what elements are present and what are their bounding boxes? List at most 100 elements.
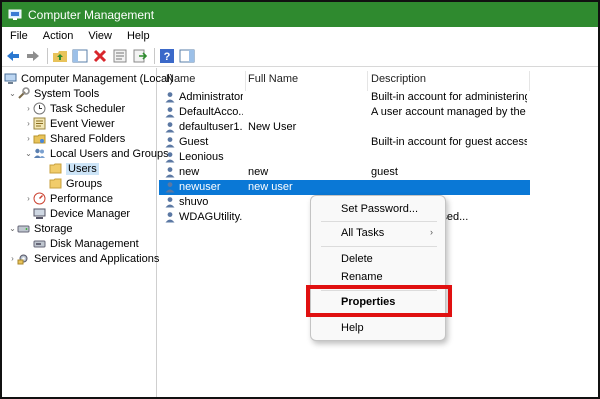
- export-icon[interactable]: [132, 48, 148, 64]
- column-divider[interactable]: [529, 71, 530, 91]
- cell-description: Built-in account for administering ...: [371, 91, 527, 103]
- user-row[interactable]: DefaultAcco... A user account managed by …: [159, 105, 530, 120]
- menu-action[interactable]: Action: [43, 30, 74, 42]
- performance-icon: [33, 192, 46, 205]
- computer-management-app-icon: [8, 9, 22, 21]
- tree-item-label: Services and Applications: [34, 252, 160, 265]
- user-row[interactable]: new new guest: [159, 165, 530, 180]
- up-folder-icon[interactable]: [52, 48, 68, 64]
- tree-item-label: Event Viewer: [50, 117, 115, 130]
- disk-icon: [33, 237, 46, 250]
- collapse-chevron-icon[interactable]: ⌄: [8, 224, 17, 233]
- cell-full-name: New User: [248, 121, 297, 133]
- menu-file[interactable]: File: [10, 30, 28, 42]
- properties-icon[interactable]: [112, 48, 128, 64]
- tree-item-label: Disk Management: [50, 237, 139, 250]
- tree-item-label: Task Scheduler: [50, 102, 126, 115]
- tree-item-label: Performance: [50, 192, 113, 205]
- expand-chevron-icon[interactable]: ›: [8, 254, 17, 263]
- cell-name: defaultuser1...: [179, 121, 243, 133]
- user-icon: [164, 121, 176, 133]
- menu-view[interactable]: View: [88, 30, 112, 42]
- event-viewer-icon: [33, 117, 46, 130]
- menu-bar: File Action View Help: [2, 27, 598, 45]
- user-icon: [164, 181, 176, 193]
- expand-chevron-icon[interactable]: ›: [24, 104, 33, 113]
- cell-description: A user account managed by the sy...: [371, 106, 527, 118]
- user-icon: [164, 151, 176, 163]
- user-row[interactable]: Administrator Built-in account for admini…: [159, 90, 530, 105]
- device-manager-icon: [33, 207, 46, 220]
- user-icon: [164, 91, 176, 103]
- user-icon: [164, 106, 176, 118]
- computer-icon: [4, 72, 17, 85]
- tree-item-performance[interactable]: › Performance: [24, 191, 113, 206]
- expand-chevron-icon[interactable]: ›: [24, 194, 33, 203]
- tree-item-task-scheduler[interactable]: › Task Scheduler: [24, 101, 125, 116]
- column-header-full-name[interactable]: Full Name: [248, 73, 298, 89]
- cell-full-name: new: [248, 166, 269, 178]
- console-tree: Computer Management (Local) ⌄ System Too…: [2, 68, 173, 397]
- menu-item-help[interactable]: Help: [341, 322, 364, 334]
- tree-item-services-applications[interactable]: › Services and Applications: [8, 251, 159, 266]
- user-icon: [164, 166, 176, 178]
- user-icon: [164, 196, 176, 208]
- tree-item-device-manager[interactable]: Device Manager: [33, 206, 130, 221]
- show-hide-tree-icon[interactable]: [72, 48, 88, 64]
- cell-description: Built-in account for guest access t...: [371, 136, 527, 148]
- back-icon[interactable]: [5, 48, 21, 64]
- clock-icon: [33, 102, 46, 115]
- forward-icon[interactable]: [25, 48, 41, 64]
- column-header-description[interactable]: Description: [371, 73, 426, 89]
- users-group-icon: [33, 147, 46, 160]
- delete-icon[interactable]: [92, 48, 108, 64]
- tree-item-label: Storage: [34, 222, 73, 235]
- collapse-chevron-icon[interactable]: ⌄: [24, 149, 33, 158]
- menu-item-set-password[interactable]: Set Password...: [341, 203, 418, 215]
- tree-item-groups[interactable]: Groups: [49, 176, 102, 191]
- context-menu: Set Password... All Tasks › Delete Renam…: [310, 195, 446, 341]
- menu-item-all-tasks[interactable]: All Tasks: [341, 227, 384, 239]
- toolbar-separator: [47, 47, 48, 64]
- toolbar-separator: [154, 47, 155, 64]
- cell-name: DefaultAcco...: [179, 106, 243, 118]
- tree-item-label: Device Manager: [50, 207, 131, 220]
- user-row[interactable]: defaultuser1... New User: [159, 120, 530, 135]
- shared-folder-icon: [33, 132, 46, 145]
- menu-item-rename[interactable]: Rename: [341, 271, 383, 283]
- column-divider[interactable]: [245, 71, 246, 91]
- column-header-name[interactable]: Name: [166, 73, 195, 89]
- user-row[interactable]: Guest Built-in account for guest access t…: [159, 135, 530, 150]
- tree-item-disk-management[interactable]: Disk Management: [33, 236, 139, 251]
- tools-icon: [17, 87, 30, 100]
- cell-name: shuvo: [179, 196, 209, 208]
- menu-item-delete[interactable]: Delete: [341, 253, 373, 265]
- folder-icon: [49, 177, 62, 190]
- cell-name: new: [179, 166, 200, 178]
- cell-name: Administrator: [179, 91, 243, 103]
- tree-item-system-tools[interactable]: ⌄ System Tools: [8, 86, 99, 101]
- svg-text:?: ?: [164, 51, 171, 63]
- cell-name: Leonious: [179, 151, 224, 163]
- tree-item-local-users-groups[interactable]: ⌄ Local Users and Groups: [24, 146, 168, 161]
- help-icon[interactable]: ?: [159, 48, 175, 64]
- tree-item-computer-management[interactable]: Computer Management (Local): [4, 71, 173, 86]
- expand-chevron-icon[interactable]: ›: [24, 119, 33, 128]
- menu-separator: [321, 246, 437, 247]
- toolbar: ?: [2, 45, 598, 67]
- expand-chevron-icon[interactable]: ›: [24, 134, 33, 143]
- tree-item-label: Shared Folders: [50, 132, 126, 145]
- tree-item-event-viewer[interactable]: › Event Viewer: [24, 116, 115, 131]
- tree-item-shared-folders[interactable]: › Shared Folders: [24, 131, 125, 146]
- column-divider[interactable]: [367, 71, 368, 91]
- user-row[interactable]: Leonious: [159, 150, 530, 165]
- tree-item-storage[interactable]: ⌄ Storage: [8, 221, 73, 236]
- storage-icon: [17, 222, 30, 235]
- user-row[interactable]: newuser new user: [159, 180, 530, 195]
- collapse-chevron-icon[interactable]: ⌄: [8, 89, 17, 98]
- menu-help[interactable]: Help: [127, 30, 150, 42]
- cell-description: guest: [371, 166, 398, 178]
- action-pane-icon[interactable]: [179, 48, 195, 64]
- user-icon: [164, 211, 176, 223]
- tree-item-users[interactable]: Users: [49, 161, 99, 176]
